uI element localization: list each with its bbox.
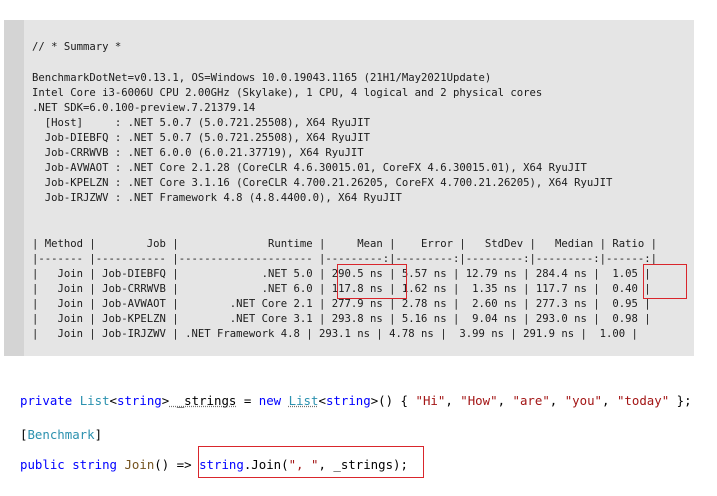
code-line-attribute: [Benchmark] [20,426,102,444]
job-crrwvb: Job-CRRWVB : .NET 6.0.0 (6.0.21.37719), … [32,147,364,159]
keyword-public: public [20,457,65,472]
table-row: | Join | Job-KPELZN | .NET Core 3.1 | 29… [32,313,651,325]
job-kpelzn: Job-KPELZN : .NET Core 3.1.16 (CoreCLR 4… [32,177,613,189]
type-string-2: string [325,393,371,408]
string-literal: "are" [512,393,550,408]
job-diebfq: Job-DIEBFQ : .NET 5.0.7 (5.0.721.25508),… [32,132,371,144]
keyword-private: private [20,393,73,408]
method-name-join: Join [116,457,155,472]
string-literal: "you" [564,393,603,408]
type-string: string [117,393,162,408]
job-host: [Host] : .NET 5.0.7 (5.0.721.25508), X64… [32,117,371,129]
cpu-info: Intel Core i3-6006U CPU 2.00GHz (Skylake… [32,87,543,99]
initializer-open: () { [378,393,416,408]
body-type-string: string [199,457,244,472]
summary-header: // * Summary * [32,41,122,53]
table-row: | Join | Job-AVWAOT | .NET Core 2.1 | 27… [32,298,651,310]
type-list: List [79,393,110,408]
comma: , [445,393,461,408]
string-literal: "Hi" [415,393,446,408]
panel-accent-bar [4,20,24,356]
attribute-benchmark: Benchmark [27,427,95,442]
keyword-string: string [64,457,117,472]
table-row: | Join | Job-IRJZWV | .NET Framework 4.8… [32,328,638,340]
angle-open: < [109,393,117,408]
table-row: | Join | Job-DIEBFQ | .NET 5.0 | 290.5 n… [32,268,651,280]
string-literal: "How" [460,393,498,408]
string-literal: "today" [616,393,670,408]
code-line-strings-field: private List<string> _strings = new List… [20,392,692,410]
benchmark-output-panel: // * Summary * BenchmarkDotNet=v0.13.1, … [4,20,694,356]
comma: , [549,393,565,408]
results-table-separator: |------- |----------- |-----------------… [32,253,658,265]
comma: , [497,393,513,408]
benchmarkdotnet-version: BenchmarkDotNet=v0.13.1, OS=Windows 10.0… [32,72,492,84]
angle-open-2: < [318,393,326,408]
bracket-close: ] [94,427,103,442]
type-list-2: List [288,393,319,408]
sdk-info: .NET SDK=6.0.100-preview.7.21379.14 [32,102,256,114]
initializer-close: }; [669,393,692,408]
method-signature: () => [154,457,200,472]
table-row: | Join | Job-CRRWVB | .NET 6.0 | 117.8 n… [32,283,651,295]
separator-literal: ", " [288,457,319,472]
assign: = [236,393,259,408]
body-args: , _strings); [318,457,408,472]
comma: , [602,393,617,408]
code-line-join-method: public string Join() => string.Join(", "… [20,456,408,474]
body-join-call: .Join( [243,457,289,472]
results-table-header: | Method | Job | Runtime | Mean | Error … [32,238,658,250]
field-name: _strings [169,393,237,408]
job-irjzwv: Job-IRJZWV : .NET Framework 4.8 (4.8.440… [32,192,402,204]
job-avwaot: Job-AVWAOT : .NET Core 2.1.28 (CoreCLR 4… [32,162,587,174]
keyword-new: new [258,393,282,408]
